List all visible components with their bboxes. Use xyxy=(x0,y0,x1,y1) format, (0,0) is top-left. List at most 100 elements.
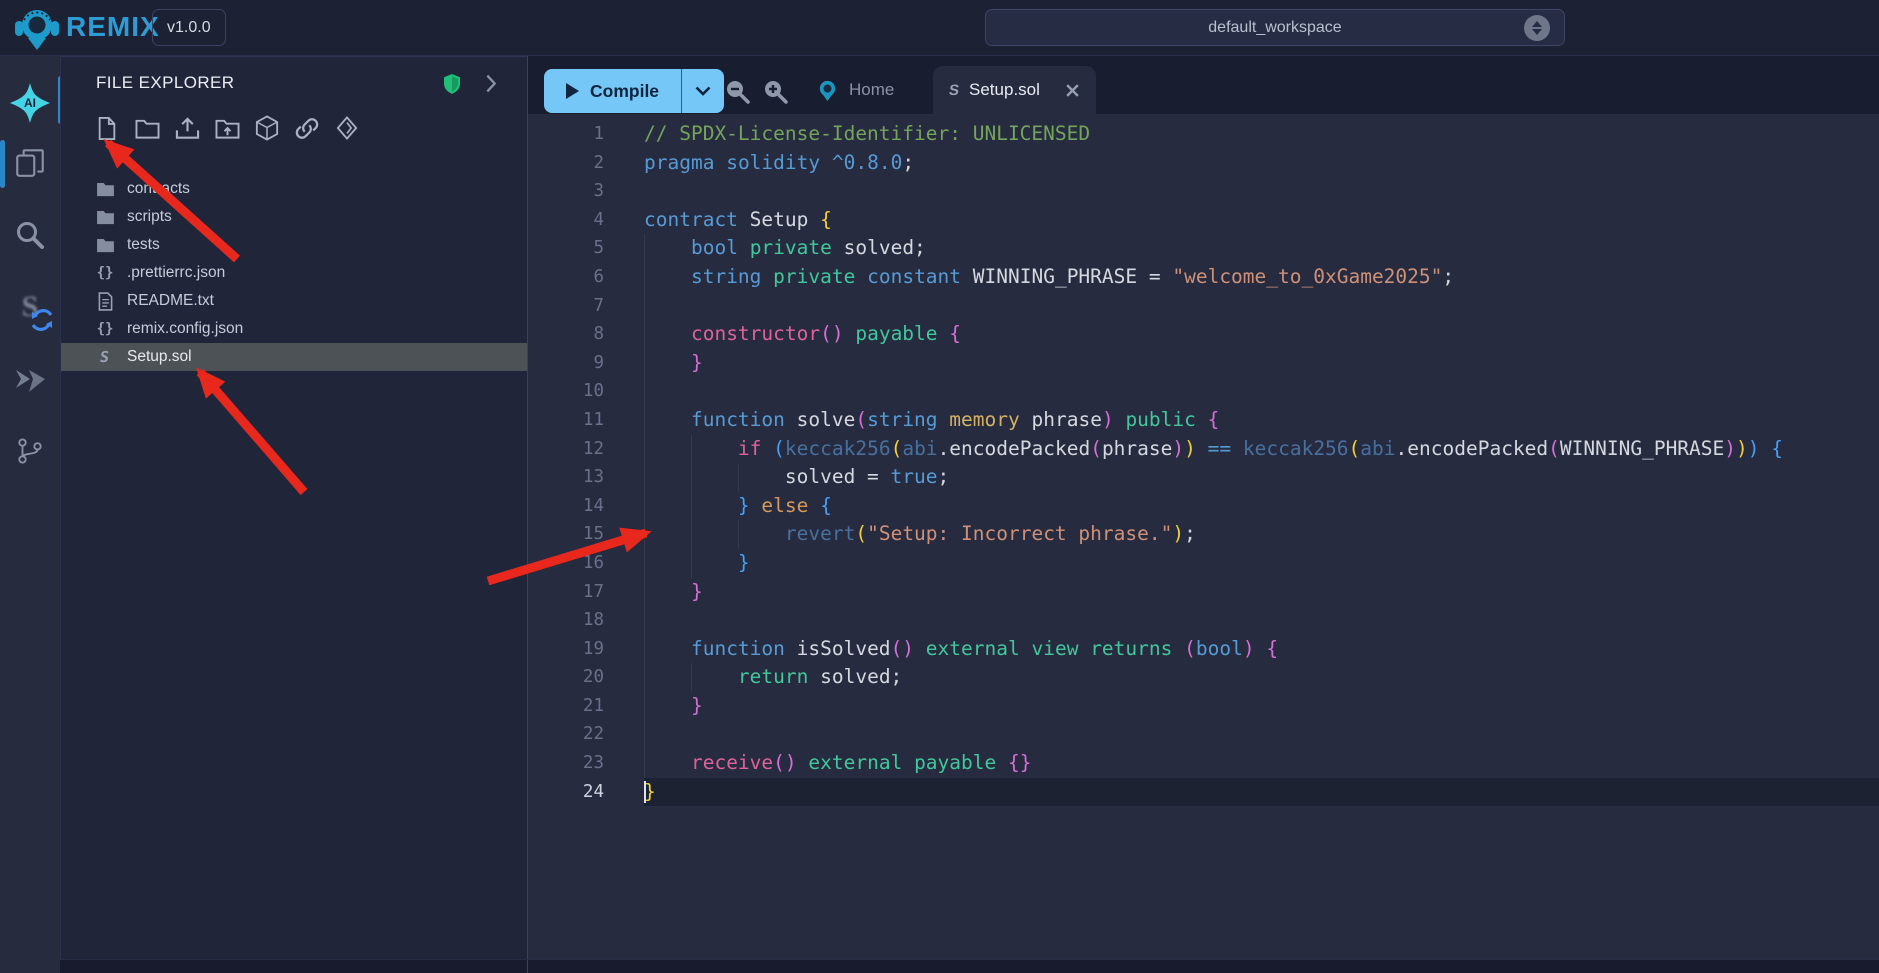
code-token: payable xyxy=(855,322,937,345)
code-line-12[interactable]: 12 if (keccak256(abi.encodePacked(phrase… xyxy=(528,435,1879,464)
code-line-content xyxy=(644,377,1879,406)
bottom-strip xyxy=(60,959,1879,973)
code-line-1[interactable]: 1// SPDX-License-Identifier: UNLICENSED xyxy=(528,120,1879,149)
ai-badge-text: AI xyxy=(24,96,36,110)
new-file-icon[interactable] xyxy=(94,115,120,141)
code-line-content xyxy=(644,606,1879,635)
sync-refresh-icon xyxy=(30,308,54,332)
solidity-compiler-rail-icon[interactable]: S xyxy=(0,278,60,336)
code-line-content: receive() external payable {} xyxy=(644,749,1879,778)
tree-item-scripts[interactable]: scripts xyxy=(61,203,527,231)
code-line-15[interactable]: 15 revert("Setup: Incorrect phrase."); xyxy=(528,520,1879,549)
new-folder-icon[interactable] xyxy=(134,115,160,141)
code-line-19[interactable]: 19 function isSolved() external view ret… xyxy=(528,635,1879,664)
tree-item-readme-txt[interactable]: README.txt xyxy=(61,287,527,315)
tree-item-tests[interactable]: tests xyxy=(61,231,527,259)
git-rail-icon[interactable] xyxy=(0,422,60,480)
tree-item-label: tests xyxy=(127,236,160,254)
upload-file-icon[interactable] xyxy=(174,115,200,141)
ipfs-cube-icon[interactable] xyxy=(254,115,280,141)
line-number: 20 xyxy=(528,663,618,692)
indent-guide xyxy=(644,492,645,521)
tree-item-contracts[interactable]: contracts xyxy=(61,175,527,203)
file-tree: contractsscripts tests {}.prettierrc.jsonR… xyxy=(61,175,527,371)
code-line-10[interactable]: 10 xyxy=(528,377,1879,406)
code-line-17[interactable]: 17 } xyxy=(528,578,1879,607)
code-line-6[interactable]: 6 string private constant WINNING_PHRASE… xyxy=(528,263,1879,292)
zoom-out-icon[interactable] xyxy=(724,78,750,104)
code-editor[interactable]: 1// SPDX-License-Identifier: UNLICENSED2… xyxy=(528,114,1879,959)
code-token: { xyxy=(820,208,832,231)
deploy-run-rail-icon[interactable] xyxy=(0,352,60,410)
code-line-3[interactable]: 3 xyxy=(528,177,1879,206)
code-line-7[interactable]: 7 xyxy=(528,292,1879,321)
close-icon[interactable] xyxy=(1065,83,1080,98)
code-line-8[interactable]: 8 constructor() payable { xyxy=(528,320,1879,349)
compile-button[interactable]: Compile xyxy=(544,69,681,113)
indent-guide xyxy=(644,520,645,549)
tree-item-setup-sol[interactable]: SSetup.sol xyxy=(61,343,527,371)
code-token: "Setup: Incorrect phrase." xyxy=(867,522,1172,545)
code-line-5[interactable]: 5 bool private solved; xyxy=(528,234,1879,263)
line-number: 22 xyxy=(528,720,618,749)
code-line-21[interactable]: 21 } xyxy=(528,692,1879,721)
code-token: ) xyxy=(1102,408,1114,431)
code-token xyxy=(738,236,750,259)
code-token xyxy=(644,522,785,545)
link-icon[interactable] xyxy=(294,115,320,141)
code-token: payable xyxy=(914,751,996,774)
indent-guide xyxy=(691,463,692,492)
panel-header: FILE EXPLORER xyxy=(61,57,527,109)
code-token: revert xyxy=(785,522,855,545)
zoom-in-icon[interactable] xyxy=(762,78,788,104)
code-line-20[interactable]: 20 return solved; xyxy=(528,663,1879,692)
upload-folder-icon[interactable] xyxy=(214,115,240,141)
indent-guide xyxy=(644,720,645,749)
remix-logo-icon[interactable] xyxy=(14,5,60,51)
code-token: ( xyxy=(855,522,867,545)
solidity-file-icon[interactable] xyxy=(334,115,360,141)
code-line-4[interactable]: 4contract Setup { xyxy=(528,206,1879,235)
panel-title: FILE EXPLORER xyxy=(96,73,234,93)
indent-guide xyxy=(644,377,645,406)
tab-setup-sol[interactable]: S Setup.sol xyxy=(933,66,1096,114)
tree-item--prettierrc-json[interactable]: {}.prettierrc.json xyxy=(61,259,527,287)
file-explorer-rail-icon[interactable] xyxy=(0,134,60,192)
code-line-23[interactable]: 23 receive() external payable {} xyxy=(528,749,1879,778)
code-line-content xyxy=(644,720,1879,749)
code-line-14[interactable]: 14 } else { xyxy=(528,492,1879,521)
copy-files-icon xyxy=(13,146,47,180)
code-token: ) xyxy=(1172,522,1184,545)
code-line-9[interactable]: 9 } xyxy=(528,349,1879,378)
code-token xyxy=(938,322,950,345)
indent-guide xyxy=(644,435,645,464)
code-line-24[interactable]: 24} xyxy=(528,778,1879,807)
code-line-13[interactable]: 13 solved = true; xyxy=(528,463,1879,492)
line-number: 10 xyxy=(528,377,618,406)
collapse-chevron-icon[interactable] xyxy=(485,74,497,93)
tree-item-remix-config-json[interactable]: {}remix.config.json xyxy=(61,315,527,343)
compile-split-button: Compile xyxy=(544,69,724,113)
remix-ai-icon[interactable]: AI xyxy=(0,74,60,132)
tab-home[interactable]: Home xyxy=(806,66,904,114)
code-token: solidity xyxy=(726,151,820,174)
compile-options-button[interactable] xyxy=(681,69,724,113)
code-token: ( xyxy=(1349,437,1361,460)
code-line-content: contract Setup { xyxy=(644,206,1879,235)
code-token: {} xyxy=(1008,751,1031,774)
code-line-16[interactable]: 16 } xyxy=(528,549,1879,578)
code-line-2[interactable]: 2pragma solidity ^0.8.0; xyxy=(528,149,1879,178)
code-token: } xyxy=(691,694,703,717)
code-line-18[interactable]: 18 xyxy=(528,606,1879,635)
search-icon xyxy=(14,219,46,251)
indent-guide xyxy=(644,749,645,778)
code-token xyxy=(902,751,914,774)
code-token xyxy=(1231,437,1243,460)
code-token: ) xyxy=(1724,437,1736,460)
search-rail-icon[interactable] xyxy=(0,206,60,264)
code-token: ) xyxy=(1172,437,1184,460)
workspace-select[interactable]: default_workspace xyxy=(985,9,1565,46)
code-line-22[interactable]: 22 xyxy=(528,720,1879,749)
code-line-11[interactable]: 11 function solve(string memory phrase) … xyxy=(528,406,1879,435)
code-token xyxy=(1020,637,1032,660)
